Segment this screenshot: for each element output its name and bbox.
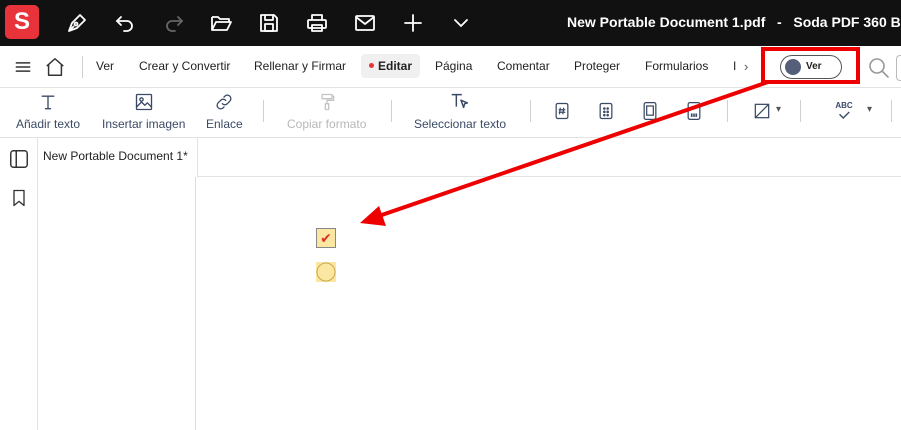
add-text-button[interactable]: Añadir texto [16,88,80,138]
copy-format-label: Copiar formato [287,117,367,131]
menu-more-chevron-icon[interactable]: › [744,59,748,74]
text-t-icon [37,91,59,113]
undo-icon[interactable] [111,9,139,37]
bookmark-icon[interactable] [8,187,30,209]
menu-formularios[interactable]: Formularios [645,59,708,73]
select-text-label: Seleccionar texto [414,117,507,131]
menu-crear-y-convertir[interactable]: Crear y Convertir [139,59,230,73]
insert-image-button[interactable]: Insertar imagen [102,88,185,138]
pen-icon[interactable] [63,9,91,37]
text-select-cursor-icon [449,91,471,113]
left-sidebar [0,138,38,430]
menu-truncated[interactable]: I [733,59,736,73]
barcode-field-icon[interactable] [683,100,705,122]
folder-open-icon[interactable] [207,9,235,37]
panel-toggle-icon[interactable] [8,148,30,170]
thumbnail-panel [38,177,196,430]
save-icon[interactable] [255,9,283,37]
device-field-icon[interactable] [639,100,661,122]
radio-circle-icon [316,262,336,282]
fill-dropdown-chevron-icon[interactable]: ▾ [776,104,781,115]
radio-form-field[interactable] [316,262,336,282]
toolbar-separator [891,100,892,122]
toolbar-separator [530,100,531,122]
print-icon[interactable] [303,9,331,37]
copy-format-button[interactable]: Copiar formato [287,88,366,138]
home-icon[interactable] [43,55,67,79]
active-dot [369,63,374,69]
select-text-button[interactable]: Seleccionar texto [414,88,506,138]
redo-icon[interactable] [160,9,188,37]
menu-comentar[interactable]: Comentar [497,59,550,73]
view-mode-toggle[interactable]: Ver [780,55,842,79]
hamburger-menu-icon[interactable] [11,55,35,79]
link-button[interactable]: Enlace [206,88,243,138]
link-label: Enlace [206,117,243,131]
menu-editar[interactable]: Editar [361,54,421,78]
document-canvas [196,177,901,430]
app-window: S New Portable Document 1.pdf - Soda PDF… [0,0,901,430]
spell-check-abc: ABC [835,101,853,110]
spell-check-icon[interactable]: ABC [833,100,855,122]
grid-field-icon[interactable] [595,100,617,122]
toolbar-separator [391,100,392,122]
image-icon [133,91,155,113]
toolbar-separator [727,100,728,122]
window-title: New Portable Document 1.pdf - Soda PDF 3… [567,14,901,30]
soda-logo[interactable]: S [5,5,39,39]
toggle-label: Ver [806,61,822,72]
toolbar-separator [263,100,264,122]
menu-pagina[interactable]: Página [435,59,472,73]
link-icon [213,91,235,113]
text-field-icon[interactable] [551,100,573,122]
toggle-knob [785,59,801,75]
add-text-label: Añadir texto [16,117,81,131]
chevron-down-icon[interactable] [447,9,475,37]
document-tab-strip: New Portable Document 1* [38,138,901,177]
toolbar-separator [800,100,801,122]
tab-document-label: New Portable Document 1* [43,149,188,163]
menu-rellenar-y-firmar[interactable]: Rellenar y Firmar [254,59,346,73]
search-icon[interactable] [867,56,891,80]
tab-document[interactable]: New Portable Document 1* [38,138,198,177]
checkbox-form-field[interactable]: ✔ [316,228,336,248]
mail-icon[interactable] [351,9,379,37]
spell-dropdown-chevron-icon[interactable]: ▾ [867,104,872,115]
menu-ver[interactable]: Ver [96,59,114,73]
menu-proteger[interactable]: Proteger [574,59,620,73]
insert-image-label: Insertar imagen [102,117,186,131]
title-bar: S New Portable Document 1.pdf - Soda PDF… [0,0,901,46]
no-fill-icon[interactable] [751,100,773,122]
menu-editar-label: Editar [378,59,413,73]
paint-roller-icon [316,91,338,113]
plus-icon[interactable] [399,9,427,37]
menu-separator [82,56,83,78]
side-panel-button[interactable] [896,55,901,81]
checkmark-icon: ✔ [320,230,332,246]
edit-toolbar: Añadir texto Insertar imagen Enlace Copi… [0,88,901,138]
